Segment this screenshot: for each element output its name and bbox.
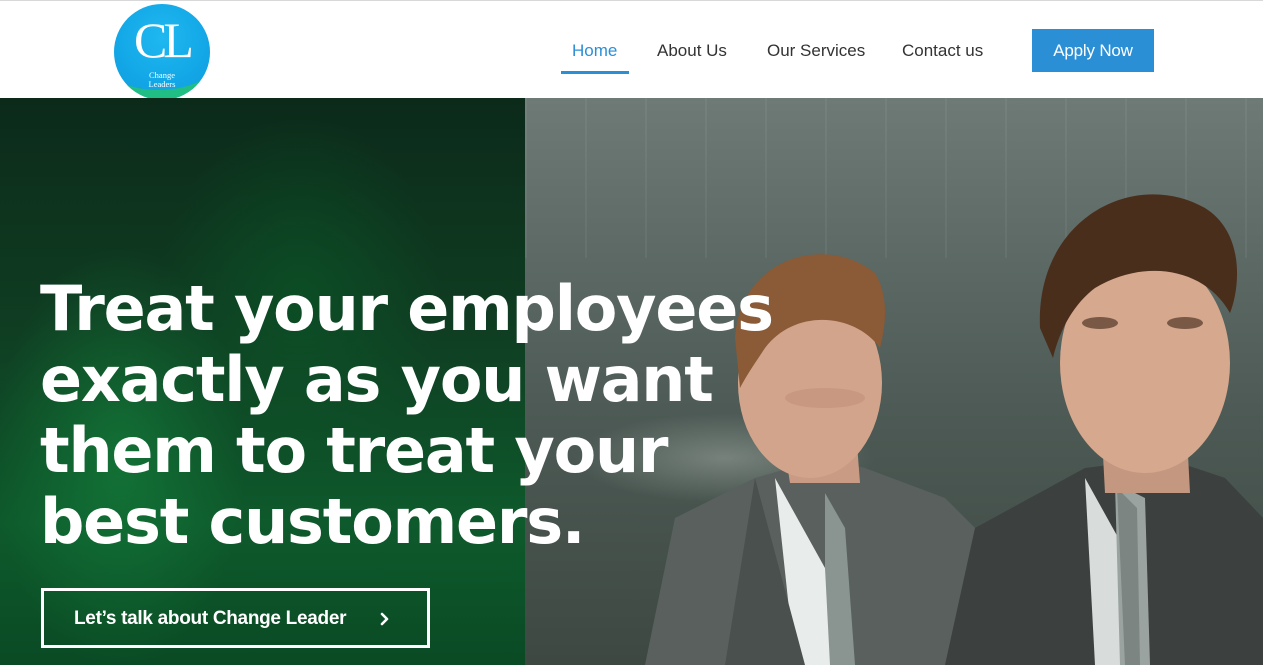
nav-active-indicator bbox=[561, 71, 629, 74]
change-leaders-logo[interactable]: CL Change Leaders bbox=[114, 4, 210, 100]
hero-headline-line2: exactly as you want bbox=[40, 343, 714, 416]
chevron-right-icon bbox=[380, 612, 389, 626]
hero-headline: Treat your employees exactly as you want… bbox=[40, 272, 774, 558]
nav-item-home[interactable]: Home bbox=[572, 41, 617, 61]
hero-headline-line3: them to treat your bbox=[40, 414, 668, 487]
logo-tagline: Change Leaders bbox=[114, 71, 210, 89]
logo-letters: CL bbox=[134, 12, 194, 68]
logo-tagline-line2: Leaders bbox=[148, 79, 176, 89]
cta-talk-button[interactable]: Let’s talk about Change Leader bbox=[41, 588, 430, 648]
site-header: CL Change Leaders Home About Us Our Serv… bbox=[0, 0, 1263, 100]
cta-talk-label: Let’s talk about Change Leader bbox=[74, 608, 347, 629]
hero-headline-line1: Treat your employees bbox=[40, 272, 774, 345]
nav-item-contact-us[interactable]: Contact us bbox=[902, 41, 983, 61]
hero-headline-line4: best customers. bbox=[40, 485, 585, 558]
nav-item-our-services[interactable]: Our Services bbox=[767, 41, 865, 61]
nav-item-about-us[interactable]: About Us bbox=[657, 41, 727, 61]
hero-banner: Treat your employees exactly as you want… bbox=[0, 98, 1263, 665]
apply-now-button[interactable]: Apply Now bbox=[1032, 29, 1154, 72]
